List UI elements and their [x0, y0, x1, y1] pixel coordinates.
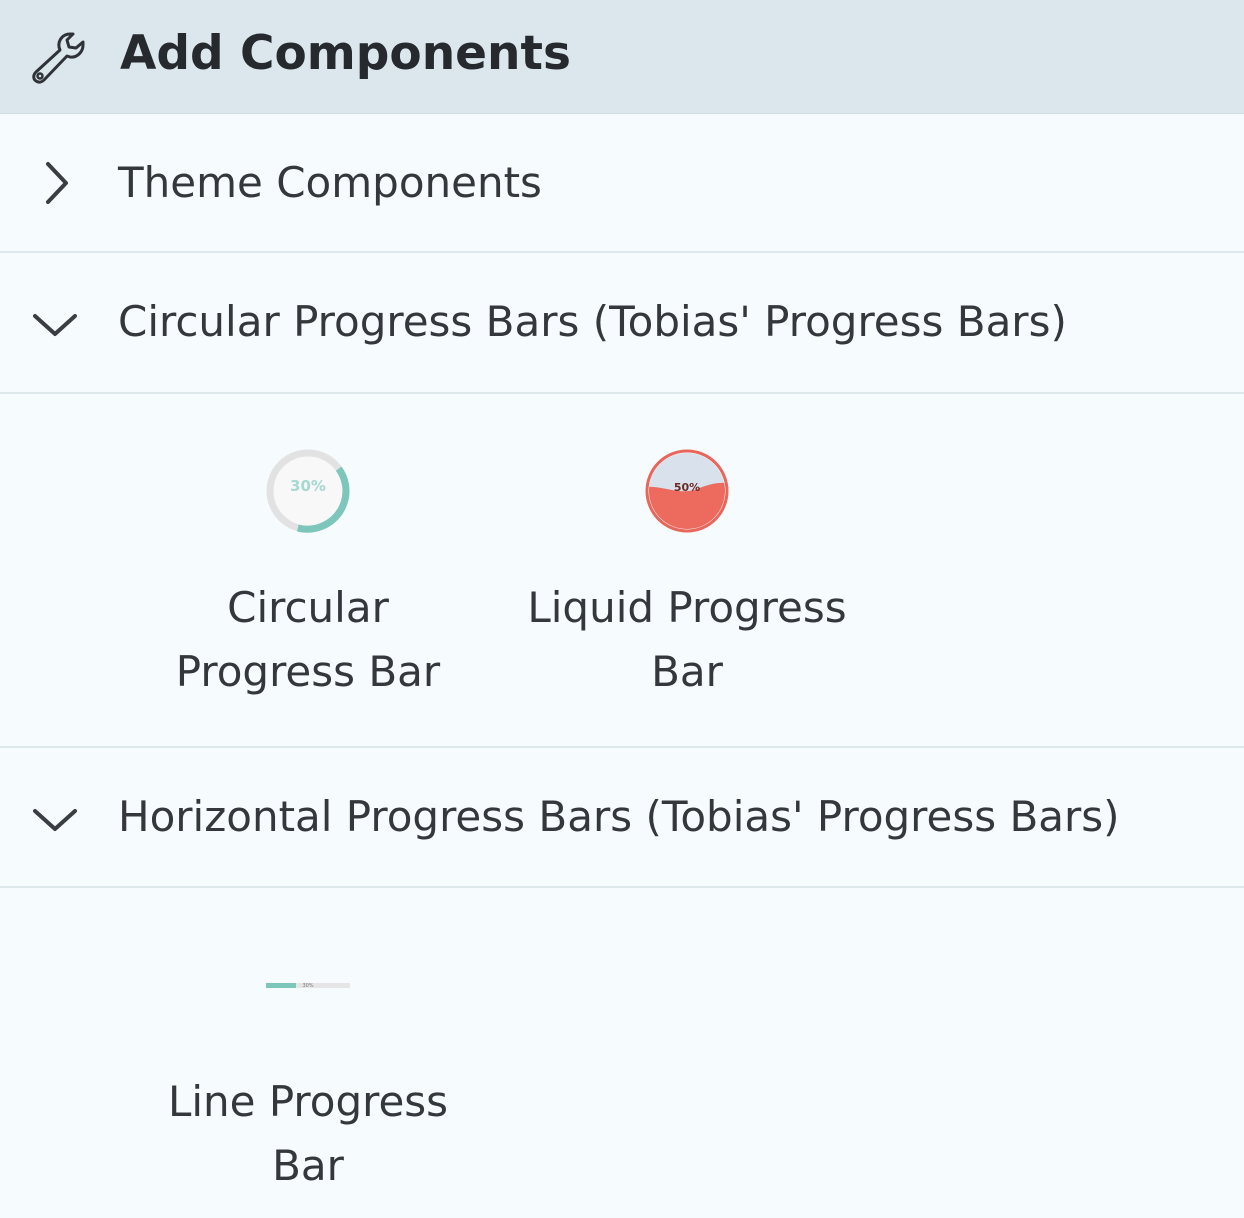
add-components-panel: Add Components Theme Components Circular…: [0, 0, 1244, 1218]
section-label: Circular Progress Bars (Tobias' Progress…: [118, 297, 1067, 346]
component-line-progress-bar[interactable]: 30% Line Progress Bar: [138, 888, 478, 1208]
line-progress-thumbnail: 30%: [266, 983, 350, 989]
horizontal-components-grid: 30% Line Progress Bar: [0, 888, 1244, 1218]
wrench-icon: [32, 32, 85, 84]
component-liquid-progress-bar[interactable]: 50% Liquid Progress Bar: [517, 394, 857, 734]
section-label: Theme Components: [118, 158, 542, 207]
panel-header: Add Components: [0, 0, 1244, 114]
component-name: Circular Progress Bar: [175, 583, 441, 696]
chevron-right-icon: [46, 162, 68, 204]
component-circular-progress-bar[interactable]: 30% Circular Progress Bar: [138, 394, 478, 734]
liquid-progress-thumbnail: 50%: [645, 449, 729, 533]
circular-thumb-percent: 30%: [290, 477, 326, 495]
line-thumb-percent: 30%: [302, 983, 313, 989]
component-name: Liquid Progress Bar: [527, 583, 847, 696]
section-circular-progress-bars[interactable]: Circular Progress Bars (Tobias' Progress…: [0, 253, 1244, 394]
component-name: Line Progress Bar: [167, 1077, 449, 1190]
section-label: Horizontal Progress Bars (Tobias' Progre…: [118, 792, 1120, 841]
chevron-down-icon: [33, 809, 77, 831]
circular-components-grid: 30% Circular Progress Bar 50% Liquid Prog…: [0, 394, 1244, 748]
chevron-down-icon: [33, 314, 77, 336]
section-horizontal-progress-bars[interactable]: Horizontal Progress Bars (Tobias' Progre…: [0, 748, 1244, 888]
panel-title: Add Components: [120, 26, 571, 81]
liquid-thumb-percent: 50%: [674, 481, 700, 494]
section-theme-components[interactable]: Theme Components: [0, 114, 1244, 253]
circular-progress-thumbnail: 30%: [266, 449, 350, 533]
